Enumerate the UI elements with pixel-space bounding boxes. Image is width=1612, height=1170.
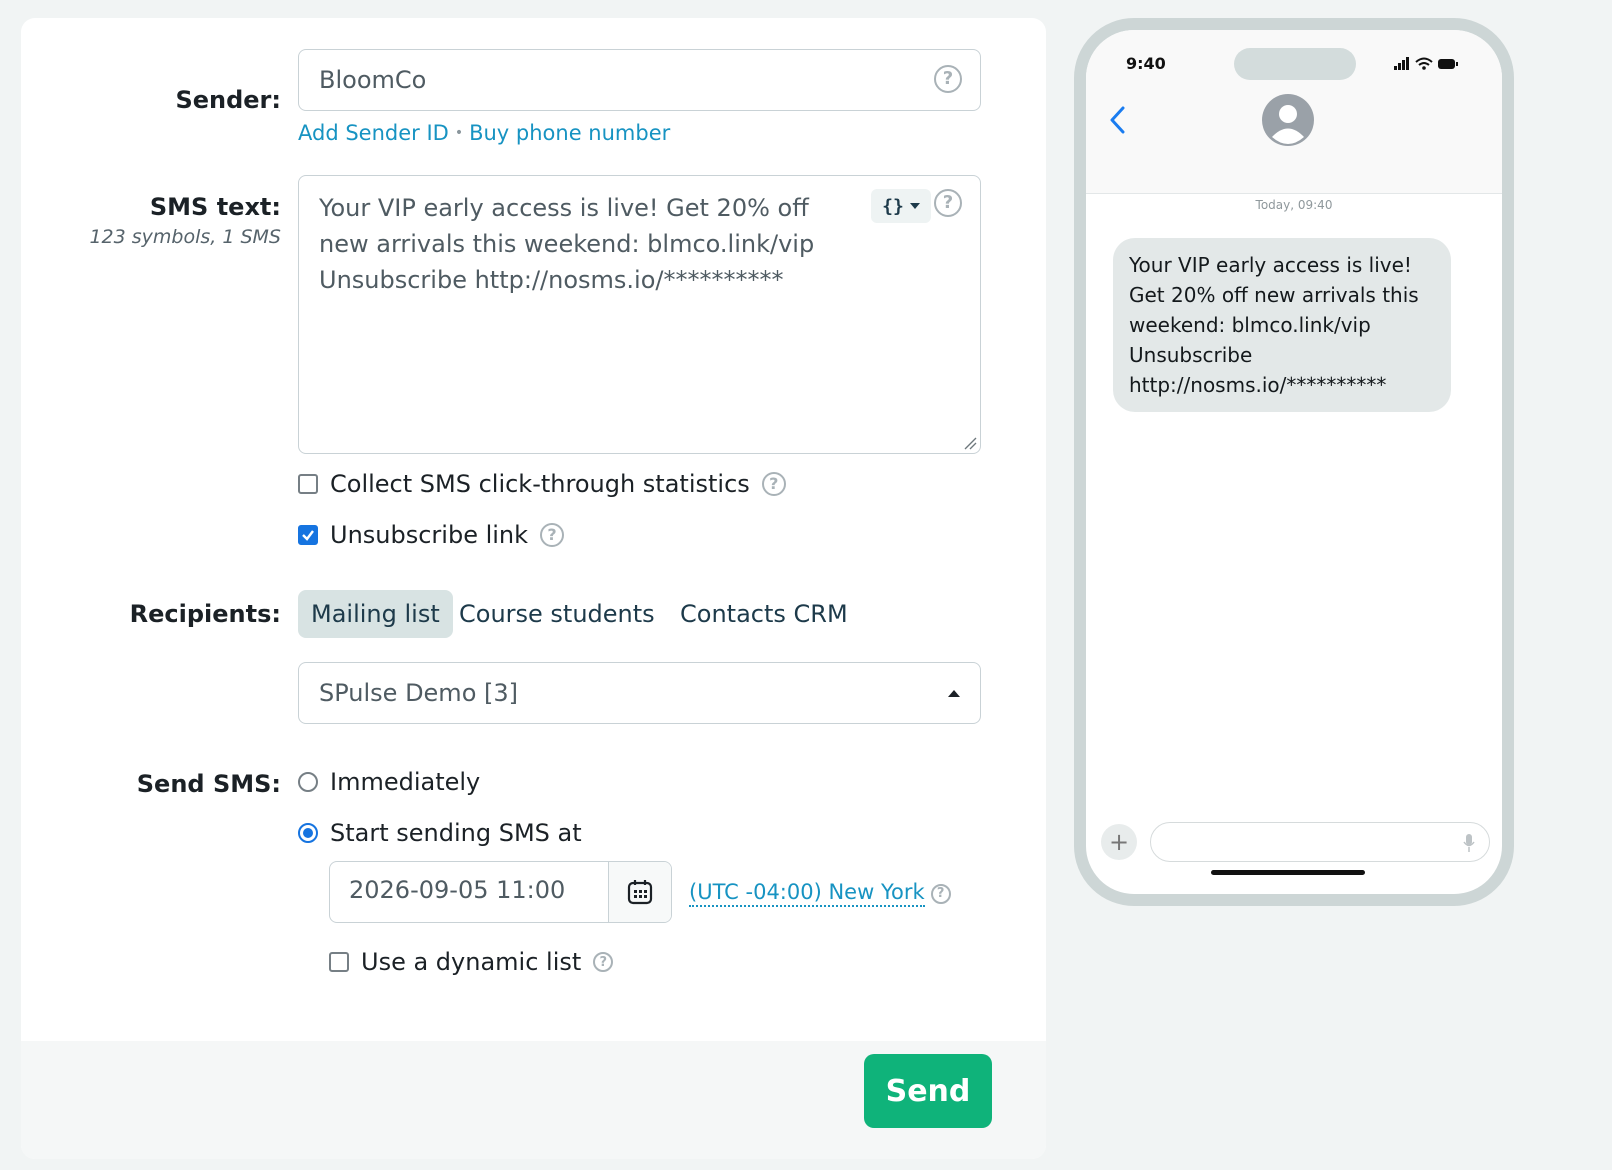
- scheduled-option[interactable]: Start sending SMS at: [298, 819, 582, 847]
- immediately-radio[interactable]: [298, 772, 318, 792]
- sender-label: Sender:: [175, 86, 281, 114]
- collect-stats-option[interactable]: Collect SMS click-through statistics ?: [298, 470, 786, 498]
- dynamic-list-label: Use a dynamic list: [361, 948, 582, 976]
- tab-course-students[interactable]: Course students: [446, 590, 668, 638]
- checkmark-icon: [302, 530, 314, 541]
- unsubscribe-help-icon[interactable]: ?: [540, 523, 565, 547]
- unsubscribe-checkbox[interactable]: [298, 525, 318, 545]
- resize-handle-icon[interactable]: [963, 436, 977, 450]
- dynamic-list-checkbox[interactable]: [329, 952, 349, 972]
- tab-mailing-list[interactable]: Mailing list: [298, 590, 453, 638]
- link-separator: •: [454, 125, 464, 141]
- add-sender-id-link[interactable]: Add Sender ID: [298, 121, 449, 145]
- message-text: Your VIP early access is live! Get 20% o…: [1129, 253, 1419, 397]
- unsubscribe-label: Unsubscribe link: [330, 521, 529, 549]
- scheduled-radio[interactable]: [298, 823, 318, 843]
- timezone-help-icon[interactable]: ?: [930, 883, 951, 904]
- collect-stats-checkbox[interactable]: [298, 474, 318, 494]
- braces-icon: {}: [882, 195, 904, 217]
- timezone-selector[interactable]: (UTC -04:00) New York ?: [689, 880, 951, 907]
- sender-input[interactable]: BloomCo ?: [298, 49, 981, 111]
- sms-text-value: Your VIP early access is live! Get 20% o…: [319, 194, 815, 294]
- status-icons: [1394, 57, 1458, 70]
- send-sms-label: Send SMS:: [136, 770, 281, 798]
- recipients-label: Recipients:: [129, 600, 281, 628]
- mailing-list-select[interactable]: SPulse Demo [3]: [298, 662, 981, 724]
- microphone-icon[interactable]: [1463, 833, 1475, 853]
- calendar-icon: [627, 880, 653, 905]
- back-chevron-icon[interactable]: [1108, 106, 1126, 134]
- unsubscribe-option[interactable]: Unsubscribe link ?: [298, 521, 565, 549]
- plus-button[interactable]: +: [1101, 824, 1137, 860]
- immediately-label: Immediately: [330, 768, 481, 796]
- sms-text-help-icon[interactable]: ?: [934, 189, 962, 217]
- phone-notch: [1234, 48, 1356, 80]
- buy-phone-number-link[interactable]: Buy phone number: [469, 121, 670, 145]
- timezone-link[interactable]: (UTC -04:00) New York: [689, 880, 925, 907]
- calendar-button[interactable]: [608, 862, 671, 922]
- sender-links: Add Sender ID • Buy phone number: [298, 121, 670, 145]
- dynamic-list-option[interactable]: Use a dynamic list ?: [329, 948, 614, 976]
- variables-dropdown[interactable]: {}: [871, 189, 931, 223]
- message-timestamp: Today, 09:40: [1255, 198, 1333, 212]
- sms-textarea[interactable]: Your VIP early access is live! Get 20% o…: [298, 175, 981, 454]
- phone-header: 9:40: [1086, 30, 1502, 194]
- sms-campaign-form: Sender: BloomCo ? Add Sender ID • Buy ph…: [21, 18, 1046, 1159]
- dynamic-list-help-icon[interactable]: ?: [593, 952, 614, 972]
- scheduled-label: Start sending SMS at: [330, 819, 582, 847]
- phone-clock: 9:40: [1126, 54, 1166, 73]
- message-bubble: Your VIP early access is live! Get 20% o…: [1113, 238, 1451, 412]
- sender-value: BloomCo: [319, 66, 427, 94]
- sender-help-icon[interactable]: ?: [934, 65, 962, 93]
- collect-stats-label: Collect SMS click-through statistics: [330, 470, 750, 498]
- immediately-option[interactable]: Immediately: [298, 768, 480, 796]
- caret-down-icon: [909, 203, 920, 209]
- phone-preview: 9:40 Today, 09:40 Your VIP early access …: [1074, 18, 1514, 906]
- caret-up-icon: [948, 690, 960, 697]
- datetime-input[interactable]: 2026-09-05 11:00: [329, 861, 672, 923]
- message-input[interactable]: [1150, 822, 1490, 862]
- collect-stats-help-icon[interactable]: ?: [761, 472, 786, 496]
- tab-contacts-crm[interactable]: Contacts CRM: [667, 590, 861, 638]
- contact-avatar-icon[interactable]: [1262, 94, 1314, 146]
- sms-text-label: SMS text:: [149, 193, 281, 221]
- selected-list-value: SPulse Demo [3]: [319, 679, 518, 707]
- sms-stats: 123 symbols, 1 SMS: [89, 226, 281, 248]
- send-button[interactable]: Send: [864, 1054, 992, 1128]
- home-indicator: [1211, 870, 1365, 875]
- datetime-value: 2026-09-05 11:00: [349, 876, 566, 904]
